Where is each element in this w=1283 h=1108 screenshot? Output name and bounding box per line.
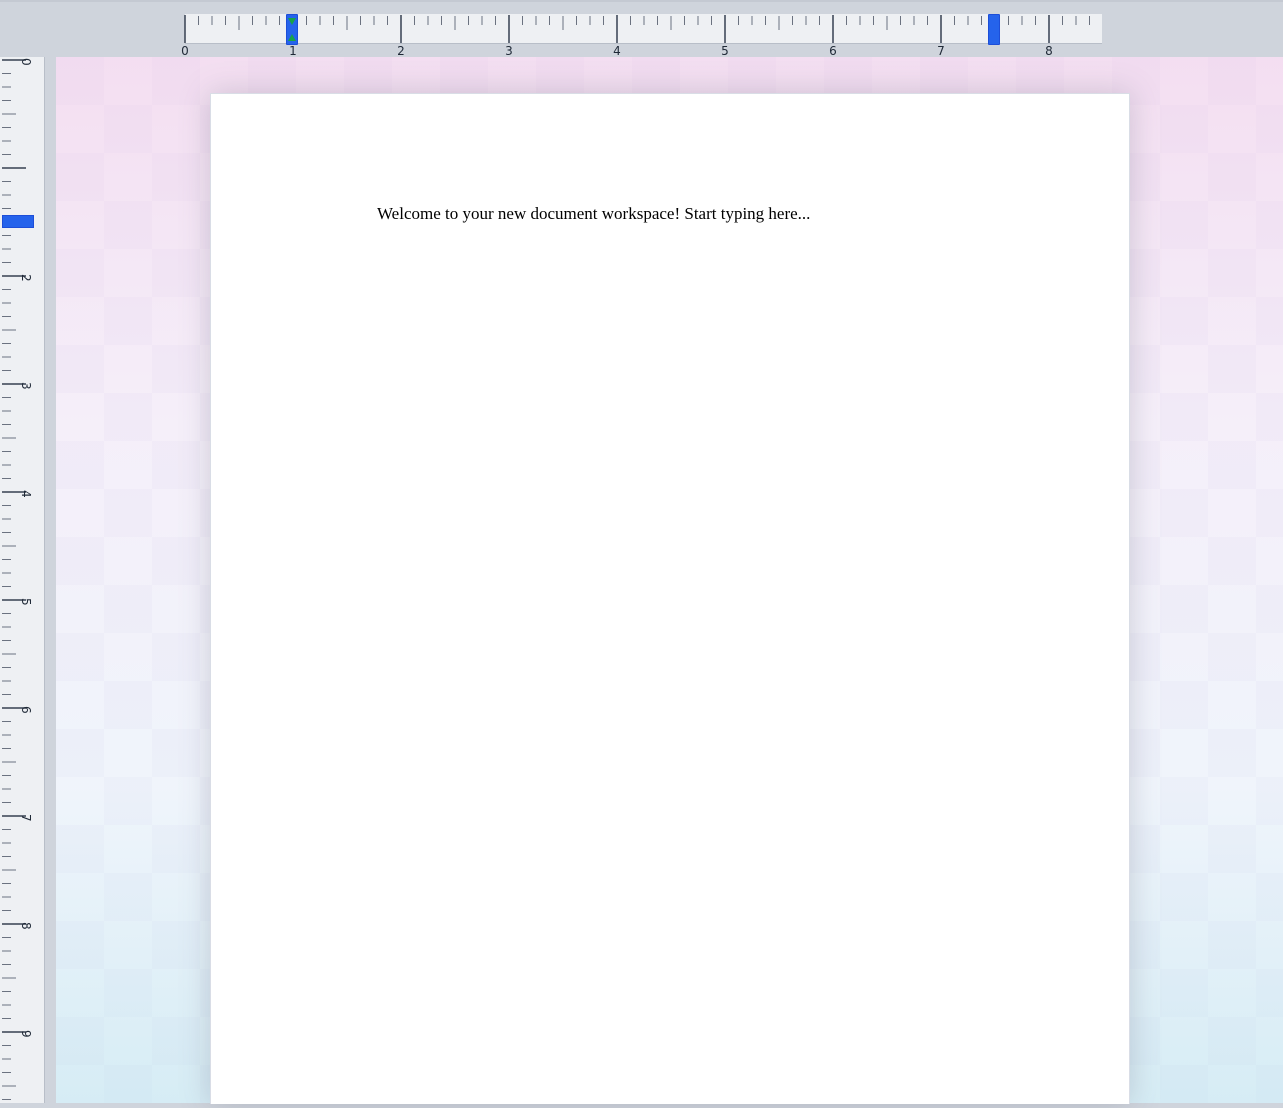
ruler-label: 6: [829, 44, 837, 58]
hanging-indent-icon[interactable]: [288, 34, 296, 41]
document-body-text[interactable]: Welcome to your new document workspace! …: [377, 204, 1077, 224]
first-line-indent-icon[interactable]: [288, 18, 296, 25]
ruler-label: 3: [505, 44, 513, 58]
vertical-ruler[interactable]: 0 2 3 4 5 6 7 8 9: [0, 57, 45, 1103]
ruler-label: 0: [181, 44, 189, 58]
ruler-label: 4: [19, 490, 33, 498]
ruler-label: 8: [1045, 44, 1053, 58]
vertical-ruler-ticks: [2, 59, 26, 1100]
ruler-label: 7: [937, 44, 945, 58]
vertical-ruler-bar: 0 2 3 4 5 6 7 8 9: [0, 57, 56, 1103]
ruler-label: 4: [613, 44, 621, 58]
horizontal-ruler[interactable]: [184, 14, 1102, 44]
horizontal-ruler-bar: 0 1 2 3 4 5 6 7 8: [0, 0, 1283, 58]
horizontal-ruler-ticks: [184, 15, 1090, 43]
ruler-label: 1: [289, 44, 297, 58]
ruler-label: 5: [19, 598, 33, 606]
ruler-label: 8: [19, 922, 33, 930]
left-indent-marker[interactable]: [286, 14, 298, 45]
ruler-label: 9: [19, 1030, 33, 1038]
ruler-label: 2: [397, 44, 405, 58]
right-indent-marker[interactable]: [988, 14, 1000, 45]
document-page[interactable]: Welcome to your new document workspace! …: [210, 93, 1130, 1104]
ruler-label: 0: [19, 58, 33, 66]
ruler-label: 3: [19, 382, 33, 390]
ruler-label: 6: [19, 706, 33, 714]
ruler-label: 2: [19, 274, 33, 282]
ruler-label: 5: [721, 44, 729, 58]
ruler-label: 7: [19, 814, 33, 822]
top-margin-marker[interactable]: [2, 215, 34, 228]
